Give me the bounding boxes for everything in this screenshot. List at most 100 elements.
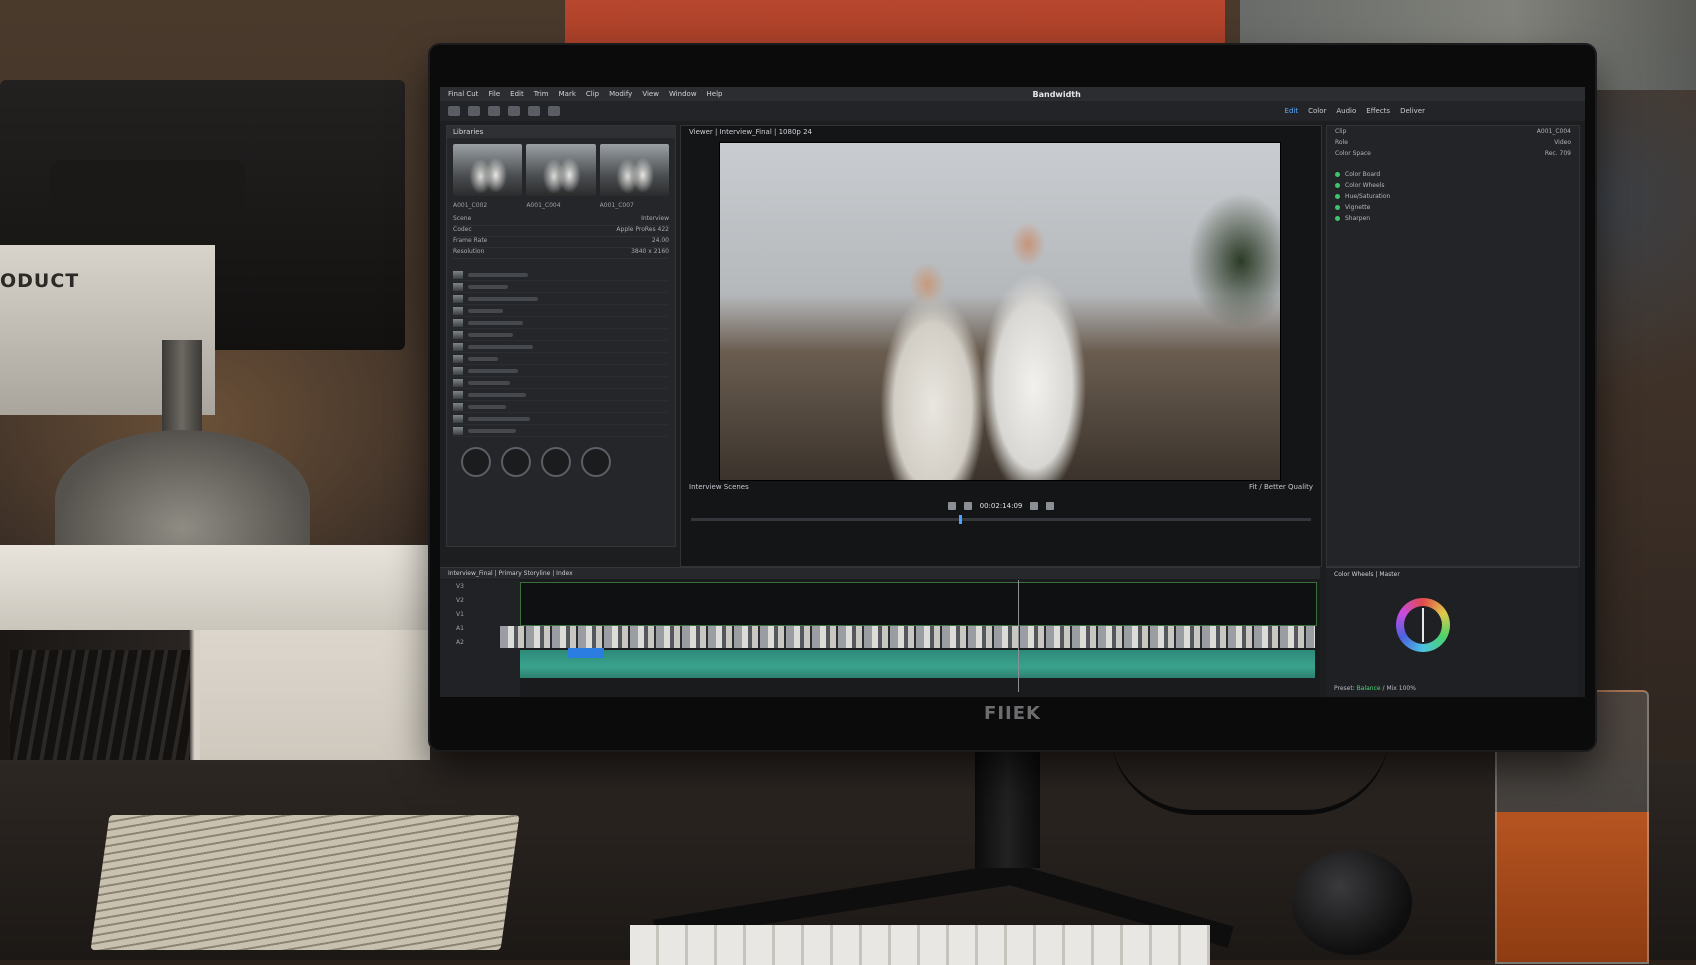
tab-color[interactable]: Color bbox=[1308, 107, 1326, 115]
track-label[interactable]: V2 bbox=[440, 594, 520, 608]
menu-modify[interactable]: Modify bbox=[609, 90, 632, 98]
enabled-dot-icon[interactable] bbox=[1335, 205, 1340, 210]
clip-thumbnail-icon bbox=[453, 282, 463, 291]
clip-row[interactable] bbox=[453, 317, 669, 329]
analyze-icon[interactable] bbox=[488, 106, 500, 116]
track-label[interactable]: V1 bbox=[440, 608, 520, 622]
enabled-dot-icon[interactable] bbox=[1335, 172, 1340, 177]
rewind-icon[interactable] bbox=[947, 502, 956, 510]
clip-row[interactable] bbox=[453, 269, 669, 281]
effect-layer[interactable]: Vignette bbox=[1327, 202, 1579, 213]
reverb-knob[interactable] bbox=[581, 447, 611, 477]
share-icon[interactable] bbox=[508, 106, 520, 116]
inspector-key: Role bbox=[1335, 139, 1348, 146]
property-value: 24.00 bbox=[651, 237, 669, 244]
color-wheel-indicator[interactable] bbox=[1422, 608, 1424, 642]
keyword-icon[interactable] bbox=[468, 106, 480, 116]
clip-duration-bar bbox=[468, 380, 510, 385]
menu-trim[interactable]: Trim bbox=[534, 90, 549, 98]
clip-duration-bar bbox=[468, 416, 530, 421]
menu-help[interactable]: Help bbox=[707, 90, 723, 98]
playhead-handle[interactable] bbox=[959, 515, 962, 524]
clip-thumbnail[interactable] bbox=[453, 144, 523, 196]
effect-layer[interactable]: Hue/Saturation bbox=[1327, 191, 1579, 202]
monitor-brand-logo: FIIEK bbox=[984, 703, 1041, 724]
menu-window[interactable]: Window bbox=[669, 90, 697, 98]
effect-layer[interactable]: Color Wheels bbox=[1327, 180, 1579, 191]
clip-row[interactable] bbox=[453, 281, 669, 293]
clip-thumbnail[interactable] bbox=[526, 144, 596, 196]
audio-track[interactable] bbox=[520, 650, 1315, 678]
selected-clip[interactable] bbox=[568, 648, 604, 658]
track-label[interactable]: V3 bbox=[440, 580, 520, 594]
inspector-row: Color Space Rec. 709 bbox=[1327, 148, 1579, 159]
menu-mark[interactable]: Mark bbox=[559, 90, 576, 98]
clip-row[interactable] bbox=[453, 305, 669, 317]
transport-controls: 00:02:14:09 bbox=[681, 498, 1321, 514]
clip-duration-bar bbox=[468, 404, 506, 409]
enabled-dot-icon[interactable] bbox=[1335, 216, 1340, 221]
clip-row[interactable] bbox=[453, 341, 669, 353]
property-key: Codec bbox=[453, 226, 472, 233]
clip-row[interactable] bbox=[453, 353, 669, 365]
play-icon[interactable] bbox=[963, 502, 972, 510]
clip-row[interactable] bbox=[453, 401, 669, 413]
tab-effects[interactable]: Effects bbox=[1366, 107, 1390, 115]
enabled-dot-icon[interactable] bbox=[1335, 183, 1340, 188]
empty-video-track[interactable] bbox=[520, 582, 1317, 626]
effect-layer[interactable]: Color Board bbox=[1327, 169, 1579, 180]
clip-row[interactable] bbox=[453, 377, 669, 389]
color-footer-highlight[interactable]: Balance bbox=[1357, 685, 1381, 692]
property-key: Scene bbox=[453, 215, 472, 222]
clip-thumbnail-icon bbox=[453, 294, 463, 303]
clip-thumbnail-icon bbox=[453, 330, 463, 339]
select-tool-icon[interactable] bbox=[528, 106, 540, 116]
effect-layer-label: Color Board bbox=[1345, 171, 1381, 178]
menu-file[interactable]: File bbox=[488, 90, 500, 98]
property-value: 3840 x 2160 bbox=[631, 248, 669, 255]
timeline-panel: Interview_Final | Primary Storyline | In… bbox=[440, 567, 1320, 697]
workspace-tabs: Edit Color Audio Effects Deliver bbox=[1285, 107, 1585, 115]
editing-app-screen: Final Cut File Edit Trim Mark Clip Modif… bbox=[440, 87, 1585, 697]
tab-edit[interactable]: Edit bbox=[1285, 107, 1299, 115]
eq-knob[interactable] bbox=[541, 447, 571, 477]
clip-row[interactable] bbox=[453, 425, 669, 437]
fullscreen-icon[interactable] bbox=[1046, 502, 1055, 510]
effect-layer[interactable]: Sharpen bbox=[1327, 213, 1579, 224]
color-panel: Color Wheels | Master Preset: Balance / … bbox=[1326, 567, 1578, 697]
color-wheel[interactable] bbox=[1396, 598, 1450, 652]
menu-final-cut[interactable]: Final Cut bbox=[448, 90, 478, 98]
viewer-right-caption[interactable]: Fit / Better Quality bbox=[1249, 483, 1313, 495]
gain-knob[interactable] bbox=[461, 447, 491, 477]
forward-icon[interactable] bbox=[1030, 502, 1039, 510]
clip-row[interactable] bbox=[453, 293, 669, 305]
menu-edit[interactable]: Edit bbox=[510, 90, 524, 98]
effect-layer-label: Sharpen bbox=[1345, 215, 1371, 222]
recorder-handle bbox=[50, 160, 245, 215]
video-frame[interactable] bbox=[719, 142, 1281, 481]
menu-clip[interactable]: Clip bbox=[586, 90, 599, 98]
clip-row[interactable] bbox=[453, 365, 669, 377]
clip-row[interactable] bbox=[453, 413, 669, 425]
inspector-row: Role Video bbox=[1327, 137, 1579, 148]
thumbnail-caption: A001_C007 bbox=[599, 202, 634, 209]
pan-knob[interactable] bbox=[501, 447, 531, 477]
clip-thumbnail-icon bbox=[453, 270, 463, 279]
enabled-dot-icon[interactable] bbox=[1335, 194, 1340, 199]
property-row: Frame Rate 24.00 bbox=[453, 237, 669, 248]
newspaper-stack bbox=[90, 815, 520, 950]
vintage-recorder: ODUCT bbox=[0, 80, 405, 415]
clip-thumbnail-icon bbox=[453, 426, 463, 435]
timeline-playhead[interactable] bbox=[1018, 580, 1019, 692]
import-icon[interactable] bbox=[448, 106, 460, 116]
tab-deliver[interactable]: Deliver bbox=[1400, 107, 1425, 115]
scrub-bar[interactable] bbox=[691, 515, 1311, 524]
clip-thumbnail[interactable] bbox=[599, 144, 669, 196]
tab-audio[interactable]: Audio bbox=[1336, 107, 1356, 115]
blade-tool-icon[interactable] bbox=[548, 106, 560, 116]
inspector-value: Rec. 709 bbox=[1544, 150, 1571, 157]
clip-row[interactable] bbox=[453, 389, 669, 401]
clip-row[interactable] bbox=[453, 329, 669, 341]
video-clip-strip[interactable] bbox=[500, 626, 1315, 648]
menu-view[interactable]: View bbox=[642, 90, 659, 98]
